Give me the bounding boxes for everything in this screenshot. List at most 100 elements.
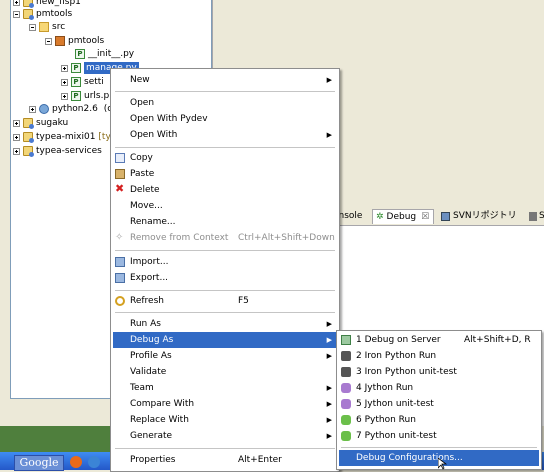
expand-icon[interactable] <box>13 147 20 155</box>
menu-item-move[interactable]: Move... <box>113 198 337 214</box>
expand-icon[interactable] <box>61 64 68 72</box>
menu-item-export[interactable]: Export... <box>113 270 337 286</box>
tree-item-init-py[interactable]: P __init__.py <box>75 48 134 60</box>
view-icon <box>529 212 537 221</box>
tree-item-label: urls.p <box>84 91 110 101</box>
submenu-item-jython-run[interactable]: 4 Jython Run <box>339 380 539 396</box>
menu-label: Copy <box>130 153 153 163</box>
menu-separator <box>115 312 335 313</box>
submenu-item-iron-python-run[interactable]: 2 Iron Python Run <box>339 348 539 364</box>
jython-icon <box>341 399 351 409</box>
collapse-icon[interactable] <box>45 37 52 45</box>
tree-item-label: new_fisp1 <box>36 0 81 7</box>
collapse-icon[interactable] <box>13 10 20 18</box>
submenu-arrow-icon: ▶ <box>326 384 332 392</box>
menu-item-open-with[interactable]: Open With ▶ <box>113 127 337 143</box>
expand-icon[interactable] <box>13 0 20 6</box>
tree-item-label: typea-mixi01 <box>36 132 96 142</box>
expand-icon[interactable] <box>13 133 20 141</box>
expand-icon[interactable] <box>61 92 68 100</box>
server-icon <box>341 335 351 345</box>
tree-item-new-fisp1[interactable]: new_fisp1 <box>13 0 81 8</box>
menu-item-compare-with[interactable]: Compare With ▶ <box>113 396 337 412</box>
menu-item-properties[interactable]: Properties Alt+Enter <box>113 452 337 468</box>
menu-shortcut: Ctrl+Alt+Shift+Down <box>238 233 335 243</box>
menu-label: Refresh <box>130 296 164 306</box>
tree-item-pmtools-project[interactable]: pmtools <box>13 8 72 20</box>
menu-item-new[interactable]: New ▶ <box>113 72 337 88</box>
menu-item-open-with-pydev[interactable]: Open With Pydev <box>113 111 337 127</box>
menu-item-replace-with[interactable]: Replace With ▶ <box>113 412 337 428</box>
tree-item-settings-py[interactable]: P setti <box>61 76 104 88</box>
menu-item-open[interactable]: Open <box>113 95 337 111</box>
tab-svn-repository[interactable]: SVNリポジトリ <box>438 209 520 224</box>
firefox-icon[interactable] <box>70 456 82 468</box>
project-icon <box>23 132 34 143</box>
menu-separator <box>115 448 335 449</box>
submenu-arrow-icon: ▶ <box>326 400 332 408</box>
menu-item-delete[interactable]: ✖ Delete <box>113 182 337 198</box>
submenu-arrow-icon: ▶ <box>326 352 332 360</box>
tree-item-label: src <box>52 22 66 32</box>
expand-icon[interactable] <box>61 78 68 86</box>
menu-separator <box>115 147 335 148</box>
source-folder-icon <box>39 22 49 32</box>
tree-item-sugaku[interactable]: sugaku <box>13 117 68 129</box>
tree-item-src[interactable]: src <box>29 21 65 33</box>
menu-label: 4 Jython Run <box>356 383 414 393</box>
tree-item-typea-services[interactable]: typea-services <box>13 145 102 157</box>
delete-icon: ✖ <box>115 182 125 195</box>
ie-icon[interactable] <box>88 456 100 468</box>
svn-repository-icon <box>441 212 450 221</box>
close-icon[interactable]: ☒ <box>421 210 429 225</box>
menu-item-paste[interactable]: Paste <box>113 166 337 182</box>
menu-item-copy[interactable]: Copy <box>113 150 337 166</box>
tree-item-label: __init__.py <box>88 49 135 59</box>
tree-item-label: python2.6 <box>52 104 98 114</box>
python-file-icon: P <box>75 49 85 59</box>
tree-item-label: setti <box>84 77 104 87</box>
menu-item-team[interactable]: Team ▶ <box>113 380 337 396</box>
copy-icon <box>115 153 125 163</box>
menu-item-rename[interactable]: Rename... <box>113 214 337 230</box>
menu-item-generate[interactable]: Generate ▶ <box>113 428 337 444</box>
tree-item-pmtools-package[interactable]: pmtools <box>45 35 104 47</box>
submenu-item-python-unit-test[interactable]: 7 Python unit-test <box>339 428 539 444</box>
tab-debug[interactable]: ✲ Debug ☒ <box>372 209 434 224</box>
submenu-item-jython-unit-test[interactable]: 5 Jython unit-test <box>339 396 539 412</box>
tree-item-python26[interactable]: python2.6 (c <box>29 103 112 115</box>
menu-label: Properties <box>130 455 176 465</box>
python-icon <box>341 415 351 425</box>
google-toolbar-button[interactable]: Google <box>14 455 64 471</box>
menu-label: Compare With <box>130 399 195 409</box>
menu-label: 5 Jython unit-test <box>356 399 434 409</box>
menu-label: 7 Python unit-test <box>356 431 437 441</box>
project-icon <box>23 118 34 129</box>
menu-item-import[interactable]: Import... <box>113 254 337 270</box>
submenu-arrow-icon: ▶ <box>326 76 332 84</box>
python-file-icon: P <box>71 77 81 87</box>
tree-item-label: sugaku <box>36 118 69 128</box>
expand-icon[interactable] <box>29 105 36 113</box>
tree-item-label: typea-services <box>36 146 102 156</box>
menu-item-remove-from-context[interactable]: ✧ Remove from Context Ctrl+Alt+Shift+Dow… <box>113 230 337 246</box>
menu-label: Open <box>130 98 155 108</box>
tree-item-label: pmtools <box>68 36 105 46</box>
submenu-arrow-icon: ▶ <box>326 416 332 424</box>
submenu-item-debug-on-server[interactable]: 1 Debug on Server Alt+Shift+D, R <box>339 332 539 348</box>
menu-item-debug-as[interactable]: Debug As ▶ <box>113 332 337 348</box>
collapse-icon[interactable] <box>29 23 36 31</box>
submenu-item-python-run[interactable]: 6 Python Run <box>339 412 539 428</box>
tree-item-typea-mixi01[interactable]: typea-mixi01 [ty <box>13 131 111 143</box>
iron-python-icon <box>341 367 351 377</box>
menu-item-refresh[interactable]: Refresh F5 <box>113 293 337 309</box>
menu-item-profile-as[interactable]: Profile As ▶ <box>113 348 337 364</box>
menu-label: Generate <box>130 431 173 441</box>
menu-item-run-as[interactable]: Run As ▶ <box>113 316 337 332</box>
tree-item-urls-py[interactable]: P urls.p <box>61 90 109 102</box>
tab-other[interactable]: S <box>526 209 544 224</box>
submenu-item-iron-python-unit-test[interactable]: 3 Iron Python unit-test <box>339 364 539 380</box>
menu-item-validate[interactable]: Validate <box>113 364 337 380</box>
expand-icon[interactable] <box>13 119 20 127</box>
menu-label: Run As <box>130 319 161 329</box>
